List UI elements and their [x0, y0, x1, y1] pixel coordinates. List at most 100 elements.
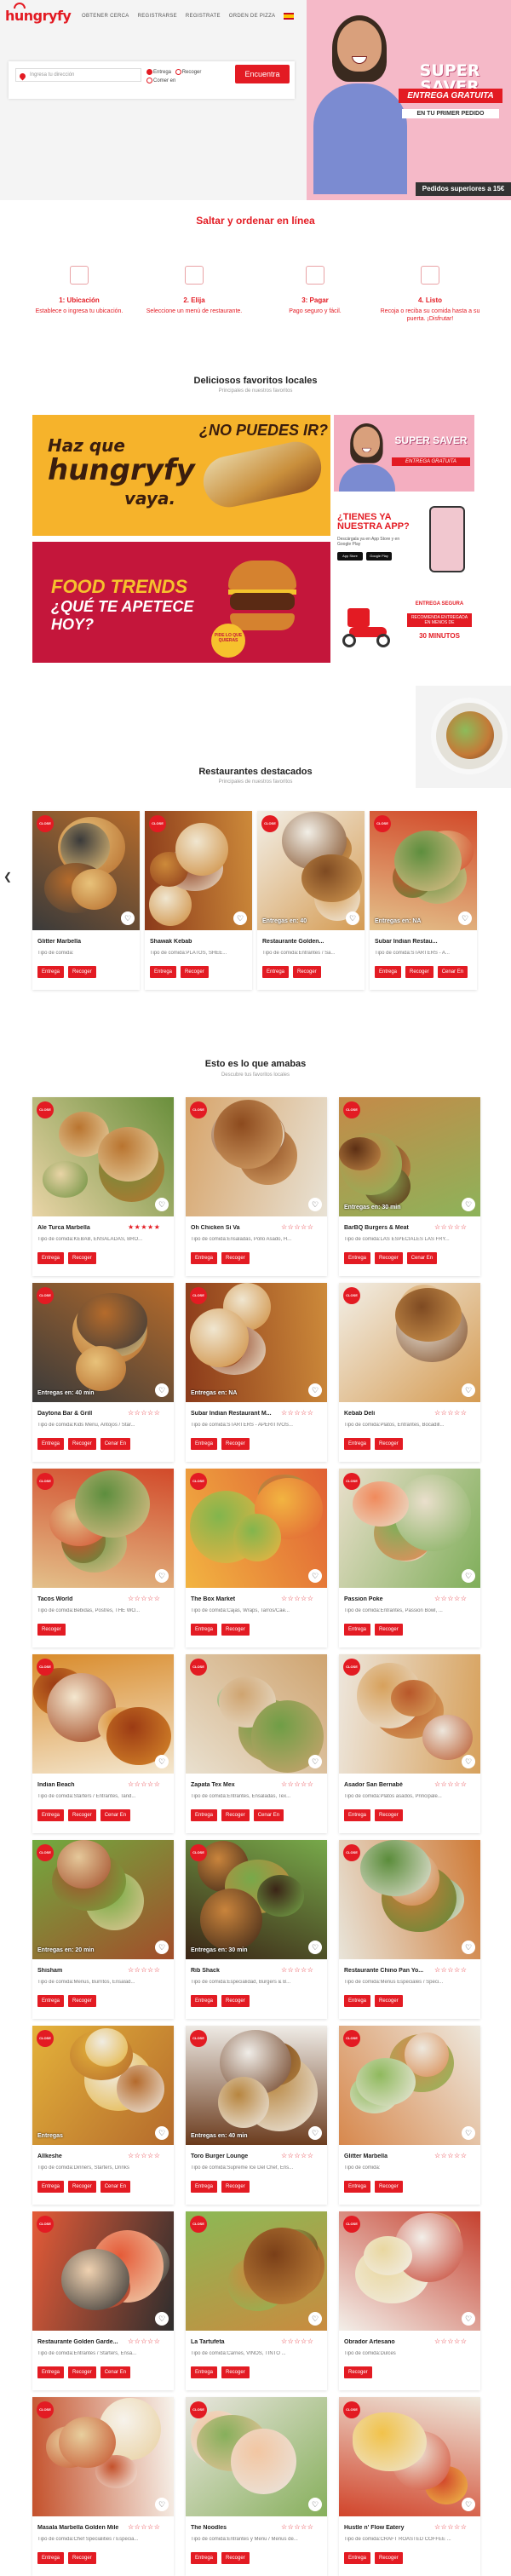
- pickup-button[interactable]: Recoger: [375, 1995, 403, 2007]
- delivery-button[interactable]: Entrega: [37, 1438, 65, 1450]
- restaurant-card[interactable]: CLOSE ♡ Entregas en: 40 Restaurante Golden.…: [257, 811, 365, 990]
- restaurant-image[interactable]: [32, 2026, 174, 2145]
- restaurant-name[interactable]: Passion Poke: [344, 1596, 433, 1602]
- restaurant-card[interactable]: CLOSE ♡ Ale Turca Marbella ★★★★★ Tipo de com…: [32, 1097, 174, 1276]
- restaurant-image[interactable]: [186, 1654, 327, 1774]
- restaurant-name[interactable]: Hustle n' Flow Eatery: [344, 2525, 433, 2531]
- restaurant-name[interactable]: BarBQ Burgers & Meat: [344, 1225, 433, 1231]
- pickup-button[interactable]: Recoger: [375, 2181, 403, 2193]
- restaurant-card[interactable]: CLOSE ♡ Kebab Deli ☆☆☆☆☆ Tipo de comida:Plat…: [339, 1283, 480, 1462]
- restaurant-card[interactable]: CLOSE ♡ Shawak Kebab Tipo de comida:PLATOS,…: [145, 811, 252, 990]
- pickup-button[interactable]: Recoger: [375, 1809, 403, 1821]
- pickup-button[interactable]: Recoger: [221, 1995, 250, 2007]
- restaurant-image[interactable]: [32, 1840, 174, 1959]
- restaurant-name[interactable]: Rib Shack: [191, 1968, 279, 1974]
- restaurant-card[interactable]: CLOSE ♡ Zapata Tex Mex ☆☆☆☆☆ Tipo de comida:…: [186, 1654, 327, 1833]
- pickup-button[interactable]: Recoger: [68, 2366, 96, 2378]
- restaurant-card[interactable]: CLOSE ♡ Glitter Marbella ☆☆☆☆☆ Tipo de comid…: [339, 2026, 480, 2205]
- restaurant-image[interactable]: [32, 1283, 174, 1402]
- restaurant-name[interactable]: Glitter Marbella: [37, 939, 135, 945]
- favorite-heart-icon[interactable]: ♡: [308, 1755, 322, 1768]
- restaurant-card[interactable]: CLOSE ♡ Entregas en: 30 min Rib Shack ☆☆☆☆☆ T…: [186, 1840, 327, 2019]
- favorite-heart-icon[interactable]: ♡: [155, 1755, 169, 1768]
- delivery-button[interactable]: Entrega: [37, 2181, 65, 2193]
- favorite-heart-icon[interactable]: ♡: [155, 1198, 169, 1211]
- favorite-heart-icon[interactable]: ♡: [462, 2126, 475, 2140]
- restaurant-image[interactable]: [32, 2397, 174, 2516]
- pickup-button[interactable]: Recoger: [68, 2552, 96, 2564]
- pickup-button[interactable]: Recoger: [405, 966, 433, 978]
- favorite-heart-icon[interactable]: ♡: [462, 1755, 475, 1768]
- delivery-button[interactable]: Entrega: [191, 1624, 218, 1636]
- restaurant-card[interactable]: CLOSE ♡ Restaurante Chino Pan Yo... ☆☆☆☆☆ Ti…: [339, 1840, 480, 2019]
- restaurant-image[interactable]: [339, 1097, 480, 1216]
- delivery-button[interactable]: Entrega: [191, 1809, 218, 1821]
- favorite-heart-icon[interactable]: ♡: [346, 911, 359, 925]
- restaurant-name[interactable]: Oh Chicken Si Va: [191, 1225, 279, 1231]
- delivery-button[interactable]: Entrega: [150, 966, 177, 978]
- pickup-button[interactable]: Recoger: [181, 966, 209, 978]
- restaurant-name[interactable]: Glitter Marbella: [344, 2153, 433, 2159]
- restaurant-name[interactable]: Daytona Bar & Grill: [37, 1411, 126, 1417]
- restaurant-image[interactable]: [186, 1283, 327, 1402]
- favorite-heart-icon[interactable]: ♡: [308, 1383, 322, 1397]
- restaurant-image[interactable]: [186, 2026, 327, 2145]
- restaurant-card[interactable]: CLOSE ♡ Indian Beach ☆☆☆☆☆ Tipo de comida:St…: [32, 1654, 174, 1833]
- restaurant-card[interactable]: CLOSE ♡ Entregas en: 40 min Toro Burger Lou…: [186, 2026, 327, 2205]
- restaurant-card[interactable]: CLOSE ♡ Oh Chicken Si Va ☆☆☆☆☆ Tipo de comid…: [186, 1097, 327, 1276]
- spain-flag-icon[interactable]: [284, 13, 295, 20]
- dine-in-button[interactable]: Cenar En: [437, 966, 468, 978]
- restaurant-name[interactable]: Shisham: [37, 1968, 126, 1974]
- favorite-heart-icon[interactable]: ♡: [462, 1569, 475, 1583]
- pickup-button[interactable]: Recoger: [221, 1438, 250, 1450]
- dine-in-button[interactable]: Cenar En: [100, 2181, 131, 2193]
- restaurant-card[interactable]: CLOSE ♡ Hustle n' Flow Eatery ☆☆☆☆☆ Tipo de …: [339, 2397, 480, 2576]
- delivery-button[interactable]: Entrega: [191, 2366, 218, 2378]
- google-play-button[interactable]: Google Play: [366, 552, 392, 561]
- restaurant-image[interactable]: [186, 1840, 327, 1959]
- delivery-button[interactable]: Entrega: [37, 966, 65, 978]
- pickup-button[interactable]: Recoger: [68, 1809, 96, 1821]
- favorite-heart-icon[interactable]: ♡: [462, 1198, 475, 1211]
- restaurant-card[interactable]: CLOSE ♡ Passion Poke ☆☆☆☆☆ Tipo de comida:En…: [339, 1469, 480, 1647]
- favorite-heart-icon[interactable]: ♡: [308, 2126, 322, 2140]
- favorite-heart-icon[interactable]: ♡: [308, 2312, 322, 2326]
- restaurant-card[interactable]: CLOSE ♡ Restaurante Golden Garde... ☆☆☆☆☆ Ti…: [32, 2211, 174, 2390]
- dine-in-button[interactable]: Cenar En: [406, 1252, 438, 1264]
- restaurant-card[interactable]: CLOSE ♡ Entregas en: NA Subar Indian Restau…: [186, 1283, 327, 1462]
- restaurant-card[interactable]: CLOSE ♡ Asador San Bernabé ☆☆☆☆☆ Tipo de com…: [339, 1654, 480, 1833]
- dine-in-button[interactable]: Cenar En: [100, 1438, 131, 1450]
- delivery-button[interactable]: Entrega: [344, 1809, 371, 1821]
- delivery-button[interactable]: Entrega: [262, 966, 290, 978]
- restaurant-name[interactable]: Obrador Artesano: [344, 2339, 433, 2345]
- restaurant-name[interactable]: Shawak Kebab: [150, 939, 247, 945]
- delivery-button[interactable]: Entrega: [344, 1995, 371, 2007]
- pickup-button[interactable]: Recoger: [68, 1252, 96, 1264]
- pickup-button[interactable]: Recoger: [221, 1252, 250, 1264]
- restaurant-card[interactable]: CLOSE ♡ The Noodles ☆☆☆☆☆ Tipo de comida:Ent…: [186, 2397, 327, 2576]
- banner-food-trends[interactable]: FOOD TRENDS ¿QUÉ TE APETECE HOY? PIDE LO…: [32, 542, 330, 663]
- restaurant-image[interactable]: [186, 2397, 327, 2516]
- restaurant-name[interactable]: Zapata Tex Mex: [191, 1782, 279, 1788]
- restaurant-image[interactable]: [32, 1654, 174, 1774]
- delivery-button[interactable]: Entrega: [375, 966, 402, 978]
- delivery-button[interactable]: Entrega: [191, 2552, 218, 2564]
- delivery-button[interactable]: Entrega: [344, 1252, 371, 1264]
- restaurant-image[interactable]: [32, 2211, 174, 2331]
- banner-app[interactable]: ¿TIENES YA NUESTRA APP? Descárgala ya en…: [334, 499, 474, 576]
- delivery-button[interactable]: Entrega: [191, 1995, 218, 2007]
- hero-promo-banner[interactable]: SUPER SAVER ENTREGA GRATUITA EN TU PRIME…: [307, 0, 511, 200]
- delivery-button[interactable]: Entrega: [37, 1252, 65, 1264]
- restaurant-name[interactable]: Kebab Deli: [344, 1411, 433, 1417]
- restaurant-card[interactable]: CLOSE ♡ The Box Market ☆☆☆☆☆ Tipo de comida:…: [186, 1469, 327, 1647]
- favorite-heart-icon[interactable]: ♡: [458, 911, 472, 925]
- restaurant-image[interactable]: [32, 1469, 174, 1588]
- restaurant-image[interactable]: [186, 1097, 327, 1216]
- address-input[interactable]: Ingresa tu dirección: [15, 68, 141, 82]
- restaurant-name[interactable]: Restaurante Golden Garde...: [37, 2339, 126, 2345]
- restaurant-card[interactable]: CLOSE ♡ La Tartufeta ☆☆☆☆☆ Tipo de comida:Ca…: [186, 2211, 327, 2390]
- banner-fast-delivery[interactable]: ENTREGA SEGURA RECOMIENDA ENTREGADA EN M…: [334, 584, 474, 661]
- restaurant-name[interactable]: Restaurante Chino Pan Yo...: [344, 1968, 433, 1974]
- radio-eatin[interactable]: [146, 77, 152, 83]
- restaurant-name[interactable]: Toro Burger Lounge: [191, 2153, 279, 2159]
